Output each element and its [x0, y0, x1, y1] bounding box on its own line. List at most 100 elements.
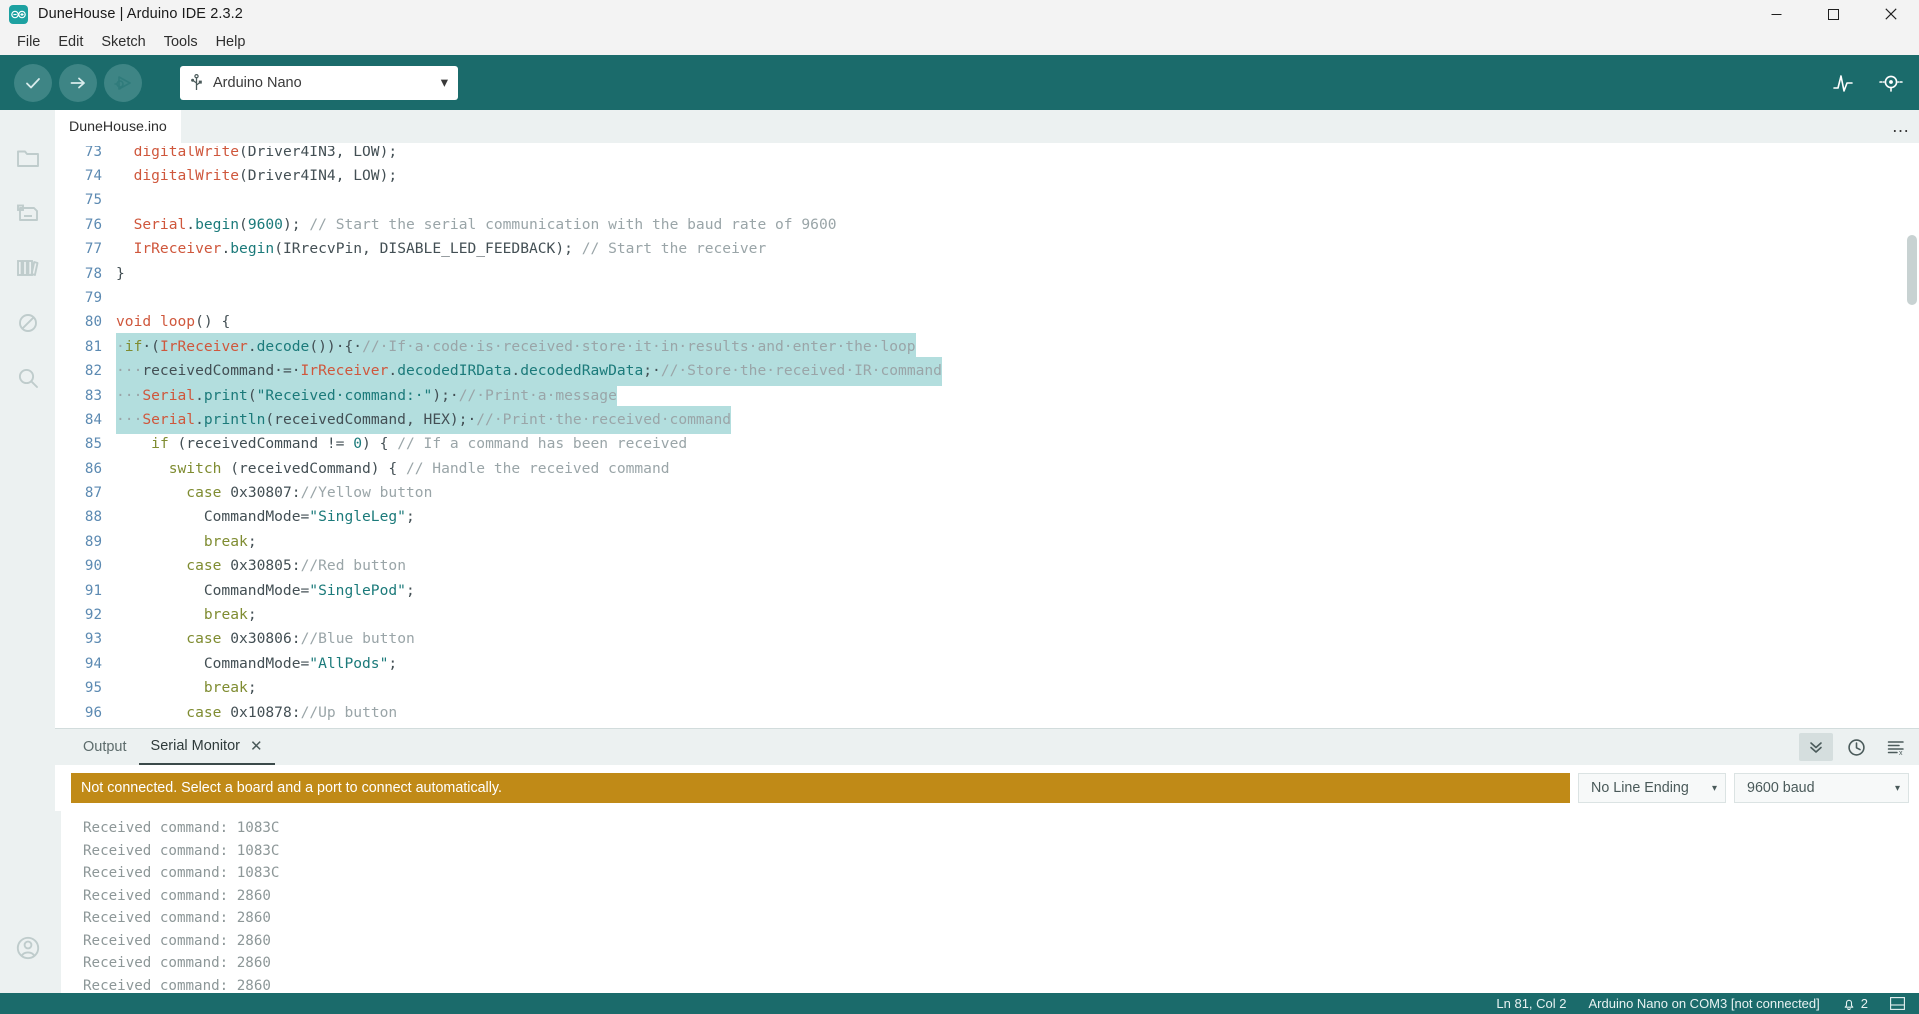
code-line[interactable]: 78} [55, 262, 1919, 286]
code-line-text[interactable]: break; [116, 603, 1919, 627]
editor-more-actions-button[interactable]: … [1883, 110, 1919, 143]
code-line-text[interactable]: if (receivedCommand != 0) { // If a comm… [116, 432, 1919, 456]
code-line-text[interactable]: case 0x30805://Red button [116, 554, 1919, 578]
code-line[interactable]: 73 digitalWrite(Driver4IN3, LOW); [55, 146, 1919, 164]
notifications-button[interactable]: 2 [1842, 996, 1868, 1011]
code-line-text[interactable]: digitalWrite(Driver4IN3, LOW); [116, 146, 1919, 164]
menu-tools[interactable]: Tools [155, 31, 207, 53]
menu-sketch[interactable]: Sketch [92, 31, 154, 53]
account-button[interactable] [0, 920, 55, 975]
code-line[interactable]: 80 void loop() { [55, 310, 1919, 334]
code-line[interactable]: 92 break; [55, 603, 1919, 627]
upload-button[interactable] [59, 63, 97, 102]
maximize-button[interactable] [1805, 0, 1862, 29]
line-ending-dropdown[interactable]: No Line Ending ▾ [1578, 773, 1726, 803]
code-line[interactable]: 77 IrReceiver.begin(IRrecvPin, DISABLE_L… [55, 237, 1919, 261]
code-line[interactable]: 89 break; [55, 530, 1919, 554]
code-token: digitalWrite [133, 146, 240, 160]
code-token: IrReceiver [300, 362, 389, 380]
serial-monitor-output[interactable]: Received command: 1083C Received command:… [55, 811, 1919, 993]
sidebar-item-debug[interactable] [0, 295, 55, 350]
code-line[interactable]: 87 case 0x30807://Yellow button [55, 481, 1919, 505]
code-line-text[interactable]: CommandMode="SingleLeg"; [116, 505, 1919, 529]
scroll-to-bottom-button[interactable] [1799, 733, 1833, 761]
code-line[interactable]: 75 [55, 188, 1919, 212]
code-line-text[interactable]: void loop() { [116, 310, 1919, 334]
code-editor[interactable]: 73 digitalWrite(Driver4IN3, LOW); 74 digi… [55, 143, 1919, 728]
toggle-panel-button[interactable] [1890, 997, 1905, 1010]
code-token: 0x30806 [230, 630, 292, 648]
code-line-text[interactable]: case 0x30807://Yellow button [116, 481, 1919, 505]
code-line-text[interactable]: break; [116, 676, 1919, 700]
code-token: : [291, 484, 301, 502]
sidebar-item-search[interactable] [0, 350, 55, 405]
code-line[interactable]: 81 ·if·(IrReceiver.decode())·{·//·If·a·co… [55, 332, 1919, 362]
code-token: 0 [353, 435, 363, 453]
code-line[interactable]: 82 ···receivedCommand·=·IrReceiver.decode… [55, 357, 1919, 386]
code-line[interactable]: 88 CommandMode="SingleLeg"; [55, 505, 1919, 529]
code-line[interactable]: 84 ···Serial.println(receivedCommand, HEX… [55, 405, 1919, 435]
serial-monitor-button[interactable] [1877, 72, 1905, 94]
sidebar-item-library-manager[interactable] [0, 240, 55, 295]
board-status[interactable]: Arduino Nano on COM3 [not connected] [1589, 996, 1820, 1011]
code-line-text[interactable]: break; [116, 530, 1919, 554]
code-token: ;· [643, 362, 661, 380]
debug-button[interactable] [104, 63, 142, 102]
code-line[interactable]: 93 case 0x30806://Blue button [55, 627, 1919, 651]
code-line-text[interactable]: switch (receivedCommand) { // Handle the… [116, 457, 1919, 481]
board-selector[interactable]: Arduino Nano ▾ [180, 65, 458, 100]
code-line[interactable]: 91 CommandMode="SinglePod"; [55, 579, 1919, 603]
menu-help[interactable]: Help [207, 31, 255, 53]
code-line[interactable]: 74 digitalWrite(Driver4IN4, LOW); [55, 164, 1919, 188]
code-line-text[interactable]: ···Serial.println(receivedCommand, HEX);… [116, 405, 1919, 435]
close-icon[interactable]: ✕ [250, 737, 263, 755]
board-selector-value: Arduino Nano [213, 74, 302, 91]
code-line-text[interactable]: digitalWrite(Driver4IN4, LOW); [116, 164, 1919, 188]
code-line[interactable]: 86 switch (receivedCommand) { // Handle … [55, 457, 1919, 481]
code-token: );· [432, 386, 459, 404]
code-line[interactable]: 85 if (receivedCommand != 0) { // If a c… [55, 432, 1919, 456]
code-line-text[interactable]: Serial.begin(9600); // Start the serial … [116, 213, 1919, 237]
timestamp-toggle-button[interactable] [1839, 733, 1873, 761]
code-line[interactable]: 96 case 0x10878://Up button [55, 701, 1919, 725]
code-token: (Driver4IN4, LOW); [239, 167, 398, 184]
sidebar-item-boards-manager[interactable] [0, 185, 55, 240]
code-line-text[interactable]: CommandMode="AllPods"; [116, 652, 1919, 676]
code-line[interactable]: 94 CommandMode="AllPods"; [55, 652, 1919, 676]
editor-vertical-scrollbar[interactable] [1905, 143, 1919, 728]
close-button[interactable] [1862, 0, 1919, 29]
clear-output-button[interactable]: x [1879, 733, 1913, 761]
code-token: "SinglePod" [309, 581, 406, 599]
code-line-text[interactable]: IrReceiver.begin(IRrecvPin, DISABLE_LED_… [116, 237, 1919, 261]
menu-file[interactable]: File [8, 31, 49, 53]
code-line[interactable]: 76 Serial.begin(9600); // Start the seri… [55, 213, 1919, 237]
editor-scrollbar-thumb[interactable] [1907, 235, 1917, 305]
menu-edit[interactable]: Edit [49, 31, 92, 53]
editor-tab-dunehouse[interactable]: DuneHouse.ino [55, 110, 181, 143]
plotter-wave-icon [1833, 74, 1853, 92]
code-line-text[interactable]: } [116, 262, 1919, 286]
code-line-text[interactable]: CommandMode="SinglePod"; [116, 579, 1919, 603]
code-line[interactable]: 95 break; [55, 676, 1919, 700]
code-token: ) { [362, 435, 398, 453]
code-token: CommandMode= [116, 654, 310, 672]
code-line-text[interactable]: case 0x30806://Blue button [116, 627, 1919, 651]
panel-tab-output[interactable]: Output [71, 729, 139, 765]
code-line[interactable]: 90 case 0x30805://Red button [55, 554, 1919, 578]
verify-button[interactable] [14, 63, 52, 102]
code-line[interactable]: 79 [55, 286, 1919, 310]
cursor-position[interactable]: Ln 81, Col 2 [1496, 996, 1566, 1011]
code-token: ··· [116, 410, 143, 428]
line-number: 82 [84, 363, 102, 380]
minimize-button[interactable] [1748, 0, 1805, 29]
code-line-text[interactable]: case 0x10878://Up button [116, 701, 1919, 725]
code-token: //·Print·a·message [458, 386, 617, 404]
code-lines[interactable]: 73 digitalWrite(Driver4IN3, LOW); 74 digi… [55, 143, 1919, 728]
panel-tab-serial-monitor[interactable]: Serial Monitor ✕ [138, 729, 275, 765]
code-token: ··· [116, 386, 143, 404]
serial-plotter-button[interactable] [1831, 72, 1855, 94]
sidebar-item-sketchbook[interactable] [0, 130, 55, 185]
baud-rate-dropdown[interactable]: 9600 baud ▾ [1734, 773, 1909, 803]
code-line[interactable]: 83 ···Serial.print("Received·command:·");… [55, 381, 1919, 410]
